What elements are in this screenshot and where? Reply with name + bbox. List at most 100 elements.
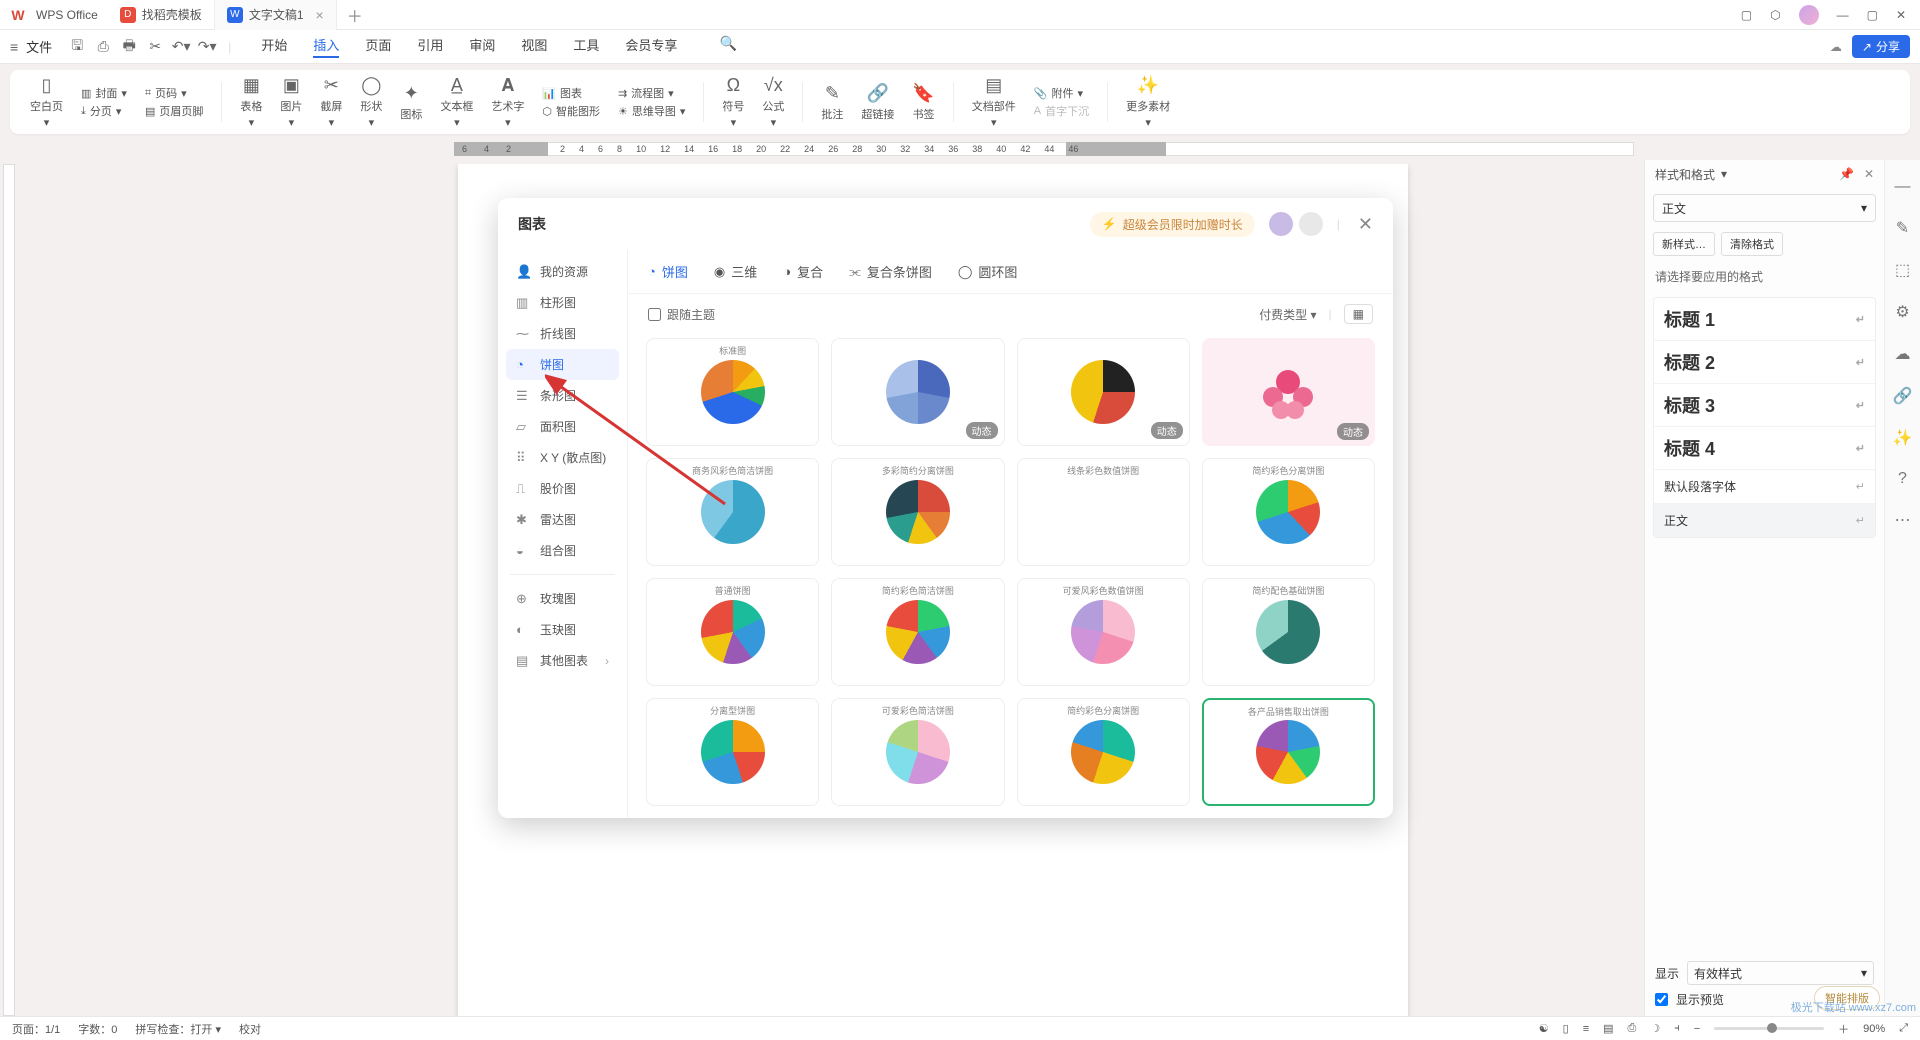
- chart-template-card[interactable]: 各产品销售取出饼图: [1202, 698, 1375, 806]
- chart-template-card[interactable]: 商务风彩色简洁饼图: [646, 458, 819, 566]
- zoom-slider[interactable]: [1714, 1027, 1824, 1030]
- dialog-close-icon[interactable]: ✕: [1358, 214, 1373, 235]
- doc-tab-current[interactable]: W 文字文稿1 ×: [215, 0, 337, 30]
- chart-type-组合图[interactable]: ◒组合图: [506, 535, 619, 566]
- chart-type-玫瑰图[interactable]: ⊕玫瑰图: [506, 583, 619, 614]
- night-icon[interactable]: ☽: [1650, 1022, 1660, 1035]
- avatar[interactable]: [1269, 212, 1293, 236]
- show-select[interactable]: 有效样式▾: [1687, 961, 1874, 985]
- tab-reference[interactable]: 引用: [417, 35, 443, 58]
- header-footer-button[interactable]: ▤ 页眉页脚: [145, 103, 203, 119]
- maximize-icon[interactable]: ▢: [1867, 8, 1878, 22]
- cloud-icon[interactable]: ☁: [1895, 344, 1911, 364]
- zoom-value[interactable]: 90%: [1863, 1023, 1885, 1035]
- wordart-button[interactable]: 𝐀艺术字▾: [485, 75, 530, 129]
- attachment-button[interactable]: 📎 附件▾: [1034, 85, 1083, 101]
- symbol-button[interactable]: Ω符号▾: [716, 75, 750, 129]
- clear-format-button[interactable]: 清除格式: [1721, 232, 1783, 256]
- parts-button[interactable]: ▤文档部件▾: [966, 75, 1022, 129]
- hamburger-icon[interactable]: ≡: [10, 39, 18, 55]
- page-indicator[interactable]: 页面：1/1: [12, 1021, 60, 1037]
- search-icon[interactable]: 🔍: [717, 35, 739, 58]
- tab-tools[interactable]: 工具: [573, 35, 599, 58]
- chart-type-X Y (散点图)[interactable]: ⠿X Y (散点图): [506, 442, 619, 473]
- style-row[interactable]: 默认段落字体↵: [1654, 470, 1875, 504]
- tab-page[interactable]: 页面: [365, 35, 391, 58]
- chart-type-柱形图[interactable]: ▥柱形图: [506, 287, 619, 318]
- chart-template-card[interactable]: 普通饼图: [646, 578, 819, 686]
- bookmark-button[interactable]: 🔖书签: [906, 83, 940, 122]
- print-preview-icon[interactable]: 🖶: [118, 35, 140, 59]
- cover-button[interactable]: ▥ 封面▾: [81, 85, 127, 101]
- chart-template-card[interactable]: 可爱风彩色数值饼图: [1017, 578, 1190, 686]
- close-window-icon[interactable]: ✕: [1896, 8, 1906, 22]
- subtab-复合[interactable]: ◑复合: [783, 262, 823, 281]
- page-break-button[interactable]: ⤓ 分页▾: [81, 103, 121, 119]
- chart-button[interactable]: 📊 图表: [542, 85, 582, 101]
- collapse-icon[interactable]: —: [1895, 178, 1911, 196]
- word-count[interactable]: 字数：0: [78, 1021, 117, 1037]
- select-icon[interactable]: ⬚: [1895, 260, 1910, 280]
- chart-type-面积图[interactable]: ▱面积图: [506, 411, 619, 442]
- mindmap-button[interactable]: ☀ 思维导图▾: [618, 103, 685, 119]
- add-tab-button[interactable]: ＋: [337, 3, 373, 27]
- chart-type-我的资源[interactable]: 👤我的资源: [506, 256, 619, 287]
- subtab-圆环图[interactable]: ◯圆环图: [958, 262, 1018, 281]
- cut-icon[interactable]: ✂: [144, 38, 166, 55]
- avatar[interactable]: [1299, 212, 1323, 236]
- hyperlink-button[interactable]: 🔗超链接: [855, 83, 900, 122]
- chart-type-条形图[interactable]: ☰条形图: [506, 380, 619, 411]
- chart-template-card[interactable]: 标准图: [646, 338, 819, 446]
- smartart-button[interactable]: ⬡ 智能图形: [542, 103, 600, 119]
- tab-view[interactable]: 视图: [521, 35, 547, 58]
- new-style-button[interactable]: 新样式…: [1653, 232, 1715, 256]
- close-pane-icon[interactable]: ✕: [1864, 167, 1874, 181]
- table-button[interactable]: ▦表格▾: [234, 75, 268, 129]
- comment-button[interactable]: ✎批注: [815, 83, 849, 122]
- chart-template-card[interactable]: 分离型饼图: [646, 698, 819, 806]
- page-num-button[interactable]: ⌗ 页码▾: [145, 85, 187, 101]
- style-row[interactable]: 标题 3↵: [1654, 384, 1875, 427]
- edit-icon[interactable]: ✎: [1896, 218, 1909, 238]
- icon-button[interactable]: ✦图标: [394, 83, 428, 122]
- subtab-复合条饼图[interactable]: ⫘复合条饼图: [849, 262, 932, 281]
- chart-template-card[interactable]: 简约彩色简洁饼图: [831, 578, 1004, 686]
- shape-button[interactable]: ◯形状▾: [354, 75, 388, 129]
- style-row[interactable]: 正文↵: [1654, 504, 1875, 537]
- current-style-select[interactable]: 正文▾: [1653, 194, 1876, 222]
- subtab-饼图[interactable]: ◔饼图: [648, 262, 688, 281]
- view-page-icon[interactable]: ▯: [1563, 1022, 1569, 1035]
- chart-type-饼图[interactable]: ◔饼图: [506, 349, 619, 380]
- blank-page-button[interactable]: ▯空白页▾: [24, 75, 69, 129]
- pay-filter[interactable]: 付费类型 ▾: [1259, 306, 1316, 323]
- share-button[interactable]: ↗ 分享: [1852, 35, 1910, 58]
- redo-icon[interactable]: ↷▾: [196, 38, 218, 55]
- reading-icon[interactable]: ☯: [1539, 1022, 1549, 1035]
- sparkle-icon[interactable]: ✨: [1893, 428, 1913, 448]
- chart-template-card[interactable]: 简约彩色分离饼图: [1202, 458, 1375, 566]
- promo-banner[interactable]: ⚡ 超级会员限时加赠时长: [1090, 212, 1255, 237]
- screenshot-button[interactable]: ✂截屏▾: [314, 75, 348, 129]
- save-icon[interactable]: 🖫: [66, 35, 88, 59]
- split-icon[interactable]: ⫞: [1674, 1022, 1680, 1035]
- zoom-in-icon[interactable]: ＋: [1838, 1021, 1849, 1037]
- chart-type-玉玦图[interactable]: ◐玉玦图: [506, 614, 619, 645]
- equation-button[interactable]: √x公式▾: [756, 75, 790, 129]
- chart-type-雷达图[interactable]: ✱雷达图: [506, 504, 619, 535]
- file-menu[interactable]: 文件: [26, 37, 52, 56]
- tab-review[interactable]: 审阅: [469, 35, 495, 58]
- chart-template-card[interactable]: 动态: [1017, 338, 1190, 446]
- print-icon[interactable]: ⎙: [92, 38, 114, 55]
- tablet-icon[interactable]: ▢: [1741, 8, 1752, 22]
- chart-template-card[interactable]: 动态: [831, 338, 1004, 446]
- subtab-三维[interactable]: ◉三维: [714, 262, 757, 281]
- chart-template-card[interactable]: 可爱彩色简洁饼图: [831, 698, 1004, 806]
- zoom-out-icon[interactable]: −: [1694, 1023, 1700, 1035]
- minimize-icon[interactable]: —: [1837, 8, 1849, 22]
- chart-type-折线图[interactable]: ⁓折线图: [506, 318, 619, 349]
- style-row[interactable]: 标题 1↵: [1654, 298, 1875, 341]
- cube-icon[interactable]: ⬡: [1770, 8, 1780, 22]
- tab-start[interactable]: 开始: [261, 35, 287, 58]
- undo-icon[interactable]: ↶▾: [170, 38, 192, 55]
- textbox-button[interactable]: A̲文本框▾: [434, 75, 479, 129]
